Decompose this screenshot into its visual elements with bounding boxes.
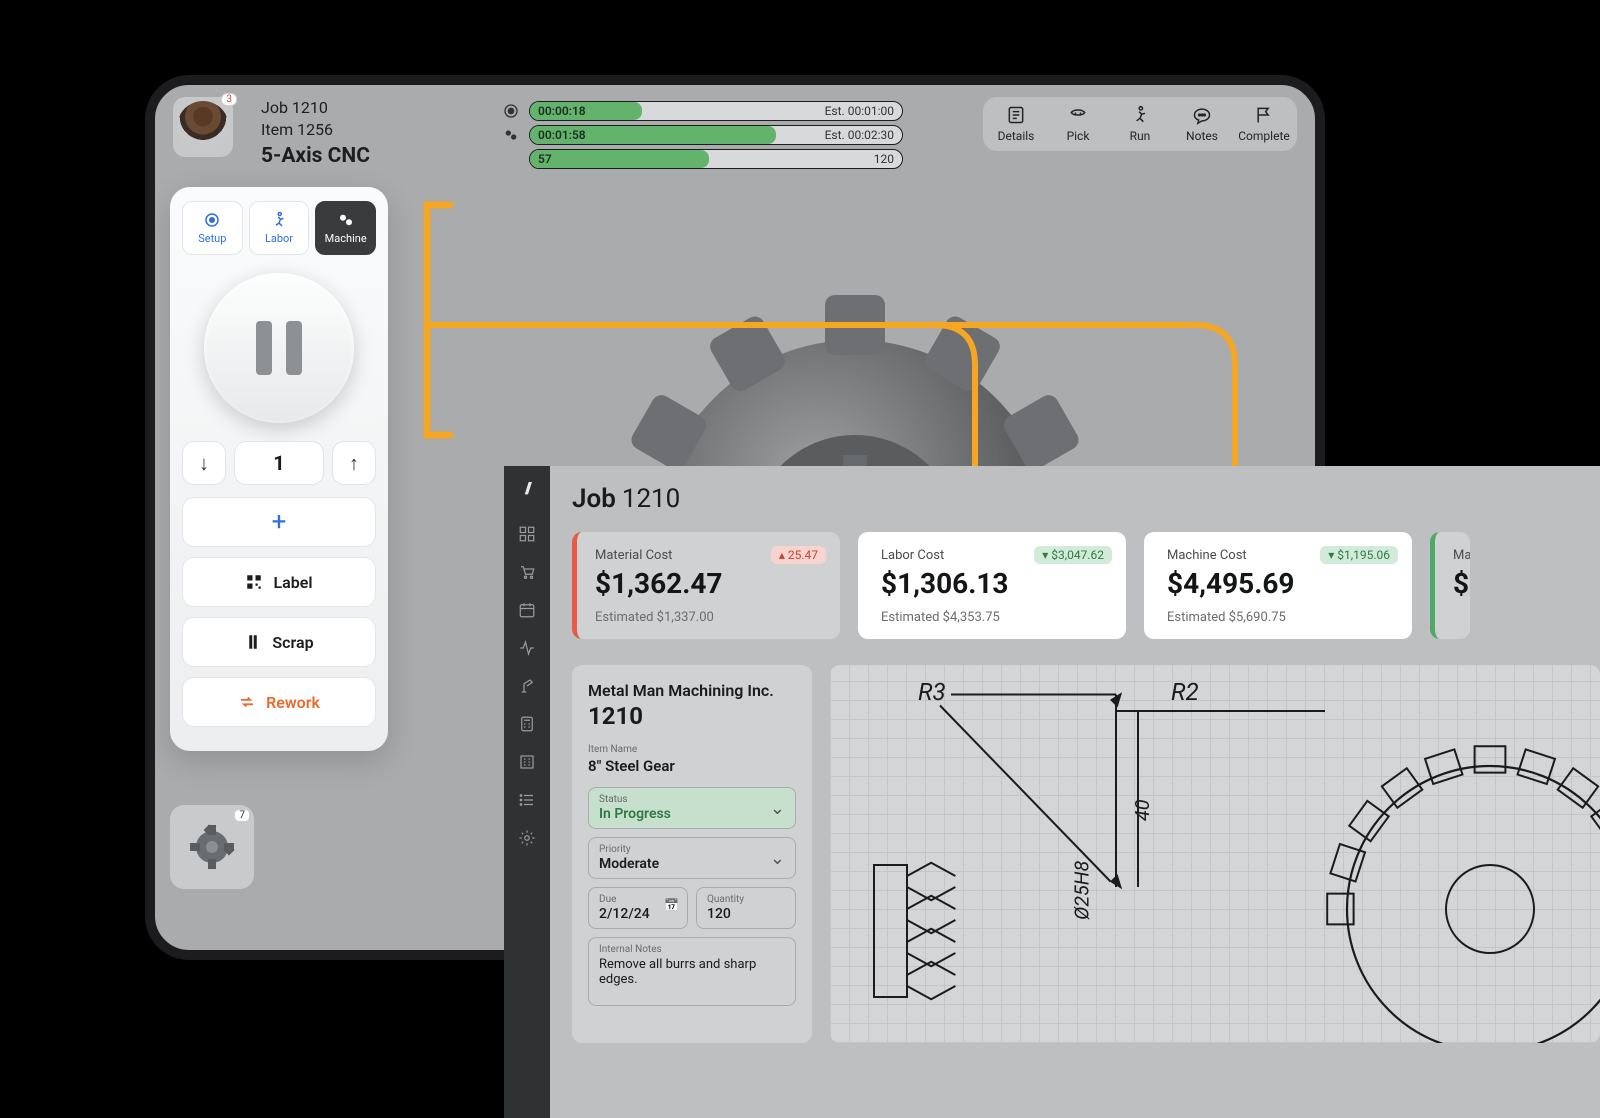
sidebar-calendar-icon[interactable] [518, 601, 536, 619]
sidebar-calculator-icon[interactable] [518, 715, 536, 733]
scrap-icon [244, 633, 262, 651]
sidebar-cart-icon[interactable] [518, 563, 536, 581]
operator-avatar[interactable]: 3 [173, 97, 233, 157]
app-logo[interactable]: /// [525, 478, 529, 497]
job-number: Job 1210 [261, 97, 370, 119]
action-notes[interactable]: Notes [1173, 105, 1231, 143]
timers: 00:00:18Est. 00:01:00 00:01:58Est. 00:02… [503, 101, 903, 173]
scrap-button[interactable]: Scrap [182, 617, 376, 667]
cost-card-3[interactable]: Ma$ [1430, 532, 1470, 639]
svg-text:40: 40 [1131, 799, 1154, 821]
svg-text:R3: R3 [918, 678, 946, 706]
detail-sidebar: /// [504, 466, 550, 1118]
variance-chip: ▾ $1,195.06 [1320, 546, 1398, 564]
tab-labor[interactable]: Labor [249, 201, 310, 255]
blueprint-viewer[interactable]: R3 R2 40 Ø25H8 [830, 665, 1600, 1043]
action-details[interactable]: Details [987, 105, 1045, 143]
cost-card-0[interactable]: ▴ 25.47Material Cost$1,362.47Estimated $… [572, 532, 840, 639]
tab-setup[interactable]: Setup [182, 201, 243, 255]
action-run[interactable]: Run [1111, 105, 1169, 143]
svg-text:Ø25H8: Ø25H8 [1071, 861, 1094, 920]
variance-chip: ▴ 25.47 [771, 546, 826, 564]
sidebar-building-icon[interactable] [518, 753, 536, 771]
priority-select[interactable]: PriorityModerate [588, 837, 796, 879]
detail-title: Job1210 [572, 484, 1600, 514]
due-date-field[interactable]: Due2/12/24 [588, 887, 688, 929]
swap-icon [238, 693, 256, 711]
machine-name: 5-Axis CNC [261, 142, 370, 170]
internal-notes-field[interactable]: Internal NotesRemove all burrs and sharp… [588, 937, 796, 1006]
action-pick[interactable]: Pick [1049, 105, 1107, 143]
thumb-badge: 7 [234, 809, 250, 822]
gear-thumb-icon [187, 822, 237, 872]
cost-card-2[interactable]: ▾ $1,195.06Machine Cost$4,495.69Estimate… [1144, 532, 1412, 639]
timer-row-machine: 00:01:58Est. 00:02:30 [503, 125, 903, 145]
variance-chip: ▾ $3,047.62 [1034, 546, 1112, 564]
job-info-card: Metal Man Machining Inc. 1210 Item Name … [572, 665, 812, 1043]
control-panel: Setup Labor Machine ↓ 1 ↑ + Label Scrap … [170, 187, 388, 751]
job-detail-window: /// Job1210 ▴ 25.47Material Cost$1,362.4… [504, 466, 1600, 1118]
job-header: Job 1210 Item 1256 5-Axis CNC [261, 97, 370, 171]
sidebar-list-icon[interactable] [518, 791, 536, 809]
action-complete[interactable]: Complete [1235, 105, 1293, 143]
cost-card-1[interactable]: ▾ $3,047.62Labor Cost$1,306.13Estimated … [858, 532, 1126, 639]
job-number-large: 1210 [588, 702, 796, 730]
sidebar-activity-icon[interactable] [518, 639, 536, 657]
qty-increase[interactable]: ↑ [332, 441, 376, 485]
svg-text:R2: R2 [1171, 678, 1199, 706]
sidebar-dashboard-icon[interactable] [518, 525, 536, 543]
pause-button[interactable] [204, 273, 354, 423]
gears-icon [503, 127, 519, 143]
sidebar-settings-icon[interactable] [518, 829, 536, 847]
tab-machine[interactable]: Machine [315, 201, 376, 255]
qr-icon [245, 573, 263, 591]
item-name: 8" Steel Gear [588, 757, 796, 775]
quantity-field[interactable]: Quantity120 [696, 887, 796, 929]
blueprint-drawing: R3 R2 40 Ø25H8 [830, 665, 1600, 1043]
timer-row-count: 57120 [503, 149, 903, 169]
target-icon [503, 103, 519, 119]
qty-decrease[interactable]: ↓ [182, 441, 226, 485]
action-bar: Details Pick Run Notes Complete [983, 97, 1297, 151]
timer-row-setup: 00:00:18Est. 00:01:00 [503, 101, 903, 121]
item-number: Item 1256 [261, 119, 370, 141]
status-select[interactable]: StatusIn Progress [588, 787, 796, 829]
avatar-badge: 3 [221, 93, 237, 106]
company-name: Metal Man Machining Inc. [588, 681, 796, 700]
qty-value: 1 [234, 441, 324, 485]
rework-button[interactable]: Rework [182, 677, 376, 727]
sidebar-arm-icon[interactable] [518, 677, 536, 695]
part-thumbnail[interactable]: 7 [170, 805, 254, 889]
add-button[interactable]: + [182, 497, 376, 547]
label-button[interactable]: Label [182, 557, 376, 607]
